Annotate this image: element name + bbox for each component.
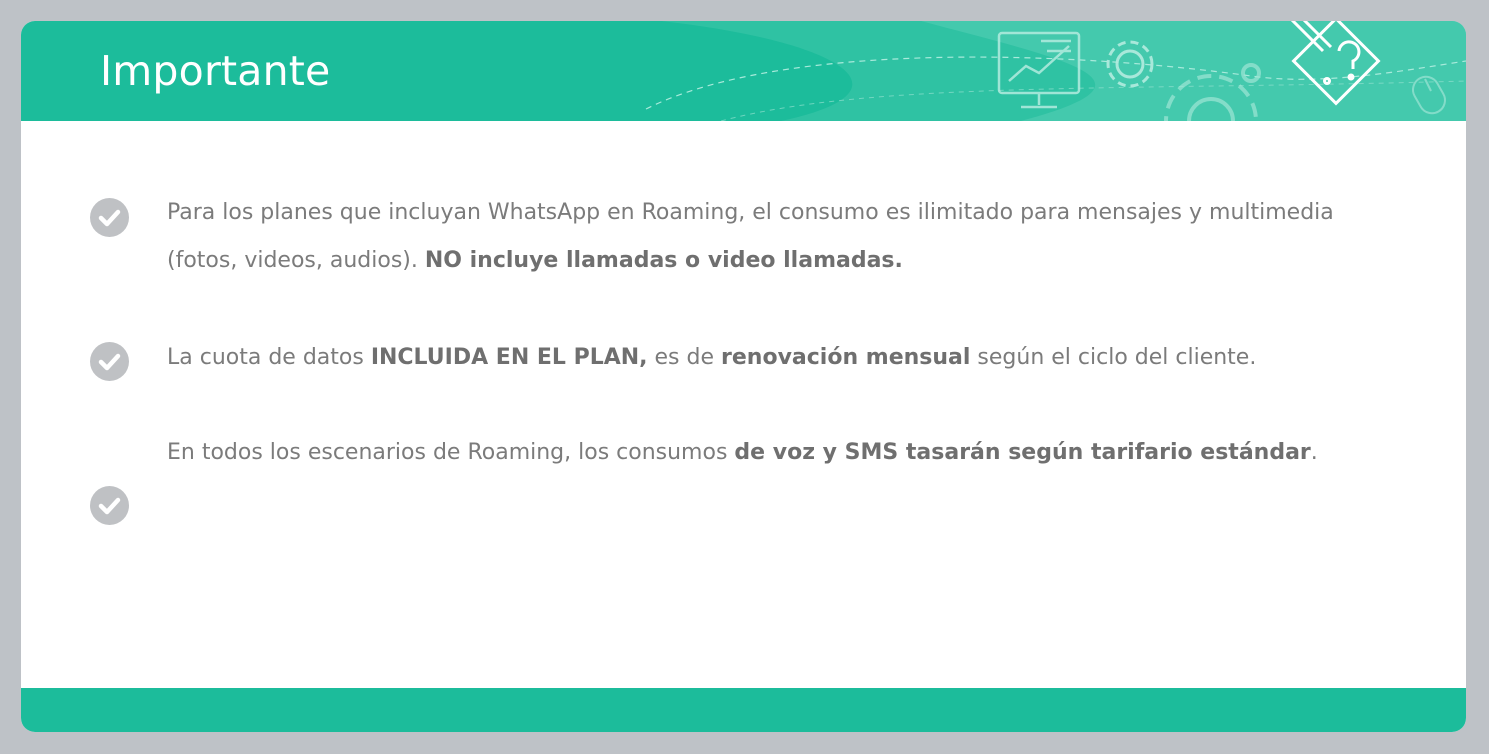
item-bold-text: INCLUIDA EN EL PLAN, <box>370 345 648 370</box>
item-text: según el ciclo del cliente. <box>970 345 1257 370</box>
list-item: En todos los escenarios de Roaming, los … <box>167 429 1367 477</box>
check-circle-icon <box>90 342 129 381</box>
item-bold-text: renovación mensual <box>721 345 971 370</box>
item-bold-text: NO incluye llamadas o video llamadas. <box>424 248 903 273</box>
check-circle-icon <box>90 486 129 525</box>
list-item: La cuota de datos INCLUIDA EN EL PLAN, e… <box>167 334 1367 382</box>
item-text: La cuota de datos <box>167 345 371 370</box>
item-text: En todos los escenarios de Roaming, los … <box>167 440 735 465</box>
slide-card: Importante Para los planes que incluyan … <box>21 21 1466 732</box>
item-bold-text: de voz y SMS tasarán según tarifario est… <box>734 440 1311 465</box>
page-title: Importante <box>100 47 331 95</box>
item-text: . <box>1310 440 1318 465</box>
check-circle-icon <box>90 198 129 237</box>
footer-bar <box>21 688 1466 732</box>
list-item: Para los planes que incluyan WhatsApp en… <box>167 189 1367 285</box>
header-banner: Importante <box>21 21 1466 121</box>
item-text: es de <box>647 345 722 370</box>
